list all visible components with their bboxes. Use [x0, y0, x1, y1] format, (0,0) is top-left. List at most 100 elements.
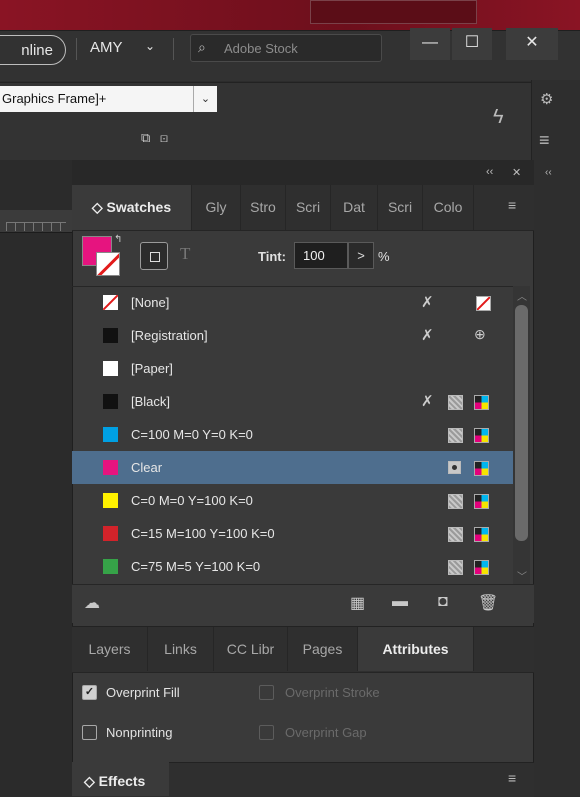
overprint-fill-label: Overprint Fill [106, 685, 180, 700]
search-icon: ⌕ [198, 39, 206, 55]
panel-menu-icon[interactable]: ≡ [508, 197, 516, 213]
tint-input[interactable]: 100 [294, 242, 348, 269]
tab-glyphs[interactable]: Gly [192, 185, 241, 230]
swatch-name: [Black] [131, 394, 171, 409]
non-editable-icon: ✗ [421, 327, 434, 344]
user-menu[interactable]: AMY [90, 39, 123, 56]
overprint-stroke-label: Overprint Stroke [285, 685, 380, 700]
cc-library-icon[interactable]: ☁ [84, 593, 100, 613]
swatch-chip [103, 460, 118, 475]
tab-script-label[interactable]: Scri [378, 185, 423, 230]
cmyk-mode-icon [474, 494, 489, 509]
right-dock [534, 160, 580, 796]
lightning-icon[interactable]: ϟ [493, 106, 504, 129]
cmyk-mode-icon [474, 395, 489, 410]
tint-slider-button[interactable]: > [348, 242, 374, 269]
collapse-dock-icon[interactable]: ‹‹ [545, 167, 552, 178]
object-style-field[interactable]: Graphics Frame]+ [0, 86, 194, 112]
swatch-name: C=75 M=5 Y=100 K=0 [131, 559, 261, 574]
container-icon [150, 252, 160, 262]
trash-icon[interactable]: 🗑 [478, 593, 498, 613]
swatch-chip [103, 526, 118, 541]
scrollbar-thumb[interactable] [515, 305, 528, 541]
scroll-down-icon[interactable]: ﹀ [517, 568, 527, 583]
swatch-chip [103, 328, 118, 343]
effects-label: ◇ Effects [84, 773, 146, 789]
cmyk-mode-icon [474, 527, 489, 542]
spot-color-icon [448, 461, 461, 474]
new-swatch-icon[interactable]: ◘ [438, 593, 448, 611]
none-color-icon [476, 296, 491, 311]
stroke-swatch[interactable] [96, 252, 120, 276]
close-panel-icon[interactable]: ✕ [512, 166, 521, 179]
scroll-up-icon[interactable]: ︿ [517, 288, 527, 303]
collapse-panel-icon[interactable]: ‹‹ [486, 166, 493, 178]
swatch-chip [103, 394, 118, 409]
object-style-dropdown[interactable]: ⌄ [193, 86, 217, 112]
process-color-icon [448, 428, 463, 443]
overprint-gap-checkbox[interactable] [259, 725, 274, 740]
non-editable-icon: ✗ [421, 294, 434, 311]
chevron-down-icon[interactable]: ⌄ [145, 39, 155, 53]
registration-icon: ⊕ [474, 326, 486, 342]
formatting-text-button[interactable]: T [180, 244, 190, 264]
document-area [0, 160, 72, 796]
overprint-fill-checkbox[interactable]: ✓ [82, 685, 97, 700]
overprint-gap-label: Overprint Gap [285, 725, 367, 740]
online-pill-button[interactable]: nline [0, 35, 66, 65]
search-placeholder: Adobe Stock [224, 41, 298, 56]
nonprinting-label: Nonprinting [106, 725, 173, 740]
tab-attributes[interactable]: Attributes [358, 627, 474, 671]
tint-label: Tint: [258, 249, 286, 264]
overprint-stroke-checkbox[interactable] [259, 685, 274, 700]
close-window-button[interactable]: ✕ [506, 28, 558, 60]
non-editable-icon: ✗ [421, 393, 434, 410]
swatch-chip [103, 559, 118, 574]
swatch-name: [Paper] [131, 361, 173, 376]
tab-cc-libraries[interactable]: CC Libr [214, 627, 288, 671]
tab-swatches[interactable]: ◇ Swatches [72, 185, 192, 230]
background-window [0, 0, 580, 30]
new-color-group-icon[interactable]: ▬ [392, 593, 408, 611]
swatch-name: C=100 M=0 Y=0 K=0 [131, 427, 253, 442]
tab-pages[interactable]: Pages [288, 627, 358, 671]
tab-stroke[interactable]: Stro [241, 185, 286, 230]
minimize-button[interactable]: — [410, 28, 450, 60]
process-color-icon [448, 395, 463, 410]
panel-header [72, 160, 534, 185]
maximize-button[interactable]: ☐ [452, 28, 492, 60]
cmyk-mode-icon [474, 560, 489, 575]
swatch-chip [103, 295, 118, 310]
process-color-icon [448, 494, 463, 509]
tab-scripts[interactable]: Scri [286, 185, 331, 230]
tab-data-merge[interactable]: Dat [331, 185, 378, 230]
tab-links[interactable]: Links [148, 627, 214, 671]
show-swatch-kinds-icon[interactable]: ▦ [350, 593, 365, 613]
cmyk-mode-icon [474, 428, 489, 443]
swatches-toolbar [72, 584, 534, 623]
effects-menu-icon[interactable]: ≡ [508, 770, 516, 786]
swatch-name: Clear [131, 460, 163, 475]
cmyk-mode-icon [474, 461, 489, 476]
process-color-icon [448, 560, 463, 575]
tab-color[interactable]: Colo [423, 185, 474, 230]
background-window-titlebar [310, 0, 477, 24]
divider [76, 38, 77, 60]
swatch-chip [103, 361, 118, 376]
tab-layers[interactable]: Layers [72, 627, 148, 671]
swap-fill-stroke-icon[interactable]: ↰ [114, 234, 122, 245]
tint-unit: % [378, 249, 390, 264]
swatch-name: C=15 M=100 Y=100 K=0 [131, 526, 275, 541]
divider [173, 38, 174, 60]
swatch-chip [103, 427, 118, 442]
process-color-icon [448, 527, 463, 542]
gear-icon[interactable]: ⚙ [540, 90, 553, 108]
frame-fitting-icons[interactable]: ⧉ ⊡ [141, 130, 171, 146]
swatch-name: C=0 M=0 Y=100 K=0 [131, 493, 253, 508]
swatch-name: [None] [131, 295, 170, 310]
swatch-chip [103, 493, 118, 508]
menu-icon[interactable]: ≡ [539, 130, 550, 151]
ruler-ticks [6, 222, 66, 231]
swatch-name: [Registration] [131, 328, 208, 343]
nonprinting-checkbox[interactable] [82, 725, 97, 740]
